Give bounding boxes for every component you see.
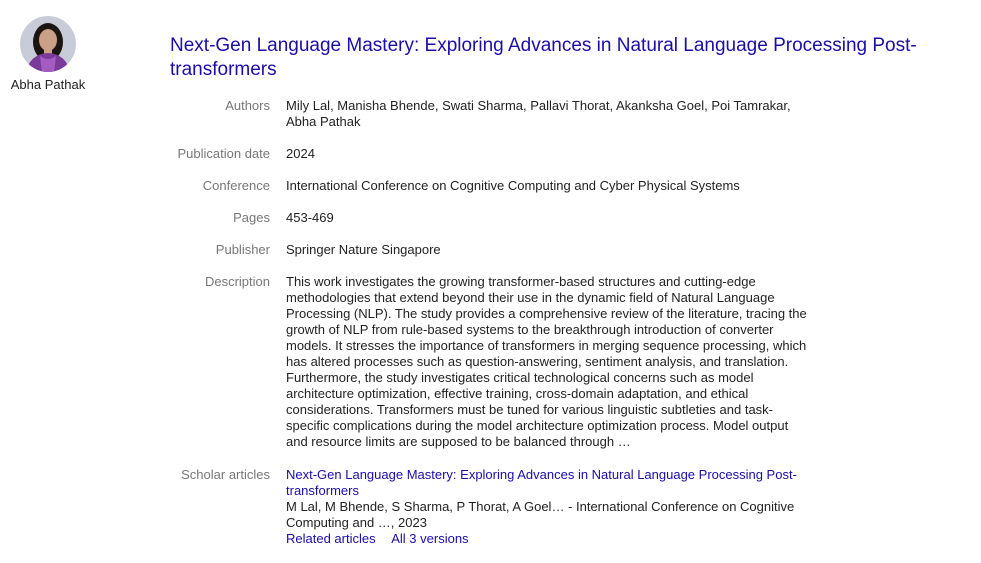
field-label-pages: Pages (233, 210, 270, 225)
avatar-portrait-icon (20, 16, 76, 72)
field-scholar-articles: Scholar articles Next-Gen Language Maste… (170, 467, 810, 547)
field-value-publication-date: 2024 (286, 146, 315, 161)
field-value-description: This work investigates the growing trans… (286, 274, 807, 449)
field-publisher: Publisher Springer Nature Singapore (170, 242, 810, 258)
field-value-authors: Mily Lal, Manisha Bhende, Swati Sharma, … (286, 98, 791, 129)
field-value-conference: International Conference on Cognitive Co… (286, 178, 740, 193)
field-value-publisher: Springer Nature Singapore (286, 242, 441, 257)
avatar[interactable] (20, 16, 76, 72)
field-pages: Pages 453-469 (170, 210, 810, 226)
field-label-authors: Authors (225, 98, 270, 113)
field-label-description: Description (204, 274, 270, 289)
article-fields: Authors Mily Lal, Manisha Bhende, Swati … (170, 98, 810, 563)
field-description: Description This work investigates the g… (170, 274, 810, 450)
field-value-pages: 453-469 (286, 210, 334, 225)
article-title-link[interactable]: Next-Gen Language Mastery: Exploring Adv… (170, 34, 970, 82)
scholar-article-links: Related articles All 3 versions (286, 531, 810, 547)
author-profile: Abha Pathak (0, 16, 96, 93)
scholar-article-citation: M Lal, M Bhende, S Sharma, P Thorat, A G… (286, 499, 795, 530)
field-label-conference: Conference (202, 178, 270, 193)
field-label-publisher: Publisher (215, 242, 270, 257)
scholar-article-title-link[interactable]: Next-Gen Language Mastery: Exploring Adv… (286, 467, 797, 498)
all-versions-link[interactable]: All 3 versions (391, 531, 468, 546)
field-publication-date: Publication date 2024 (170, 146, 810, 162)
profile-name[interactable]: Abha Pathak (0, 77, 96, 93)
related-articles-link[interactable]: Related articles (286, 531, 376, 546)
field-authors: Authors Mily Lal, Manisha Bhende, Swati … (170, 98, 810, 130)
field-value-scholar-articles: Next-Gen Language Mastery: Exploring Adv… (286, 467, 810, 547)
field-label-publication-date: Publication date (177, 146, 270, 161)
field-label-scholar-articles: Scholar articles (181, 467, 270, 482)
field-conference: Conference International Conference on C… (170, 178, 810, 194)
